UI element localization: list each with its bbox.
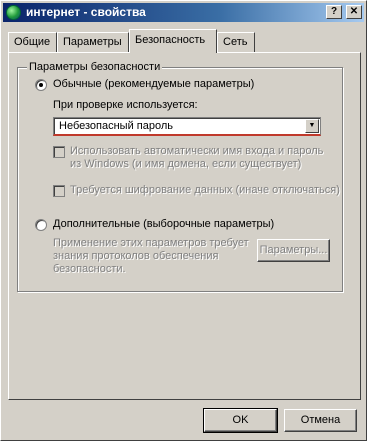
tab-security[interactable]: Безопасность <box>129 29 217 53</box>
typical-label[interactable]: Обычные (рекомендуемые параметры) <box>53 78 254 90</box>
auto-login-label-line1: Использовать автоматически имя входа и п… <box>70 145 324 157</box>
tab-general-label: Общие <box>14 36 51 48</box>
advanced-description-line3: безопасности. <box>53 263 126 275</box>
tab-network-label: Сеть <box>223 36 248 48</box>
tab-network[interactable]: Сеть <box>217 32 255 52</box>
encrypt-checkbox[interactable] <box>53 185 65 197</box>
advanced-description-line2: знания протоколов обеспечения <box>53 250 219 262</box>
close-button[interactable]: ✕ <box>346 5 362 19</box>
auto-login-label-line2: из Windows (и имя домена, если существуе… <box>70 158 302 170</box>
auto-login-checkbox[interactable] <box>53 146 65 158</box>
encrypt-label: Требуется шифрование данных (иначе отклю… <box>70 184 340 196</box>
globe-icon <box>6 5 21 20</box>
advanced-description-line1: Применение этих параметров требует <box>53 237 249 249</box>
verify-dropdown-value: Небезопасный пароль <box>59 120 174 132</box>
security-group-title: Параметры безопасности <box>27 61 163 73</box>
cancel-button[interactable]: Отмена <box>284 409 357 432</box>
tab-security-label: Безопасность <box>135 34 206 46</box>
advanced-settings-button[interactable]: Параметры... <box>257 239 330 262</box>
tab-general[interactable]: Общие <box>8 32 57 52</box>
tab-parameters[interactable]: Параметры <box>57 32 129 52</box>
tab-parameters-label: Параметры <box>63 36 122 48</box>
ok-button[interactable]: OK <box>203 408 278 433</box>
advanced-radio[interactable] <box>35 219 47 231</box>
chevron-down-icon[interactable]: ▼ <box>305 119 319 133</box>
title-bar[interactable]: интернет - свойства ? ✕ <box>3 3 364 22</box>
verify-dropdown[interactable]: Небезопасный пароль ▼ <box>53 117 321 136</box>
properties-dialog: интернет - свойства ? ✕ Общие Параметры … <box>0 0 367 441</box>
typical-radio[interactable] <box>35 79 47 91</box>
verify-label: При проверке используется: <box>53 99 198 111</box>
window-title: интернет - свойства <box>26 5 146 19</box>
advanced-label[interactable]: Дополнительные (выборочные параметры) <box>53 218 274 230</box>
help-button[interactable]: ? <box>326 5 342 19</box>
